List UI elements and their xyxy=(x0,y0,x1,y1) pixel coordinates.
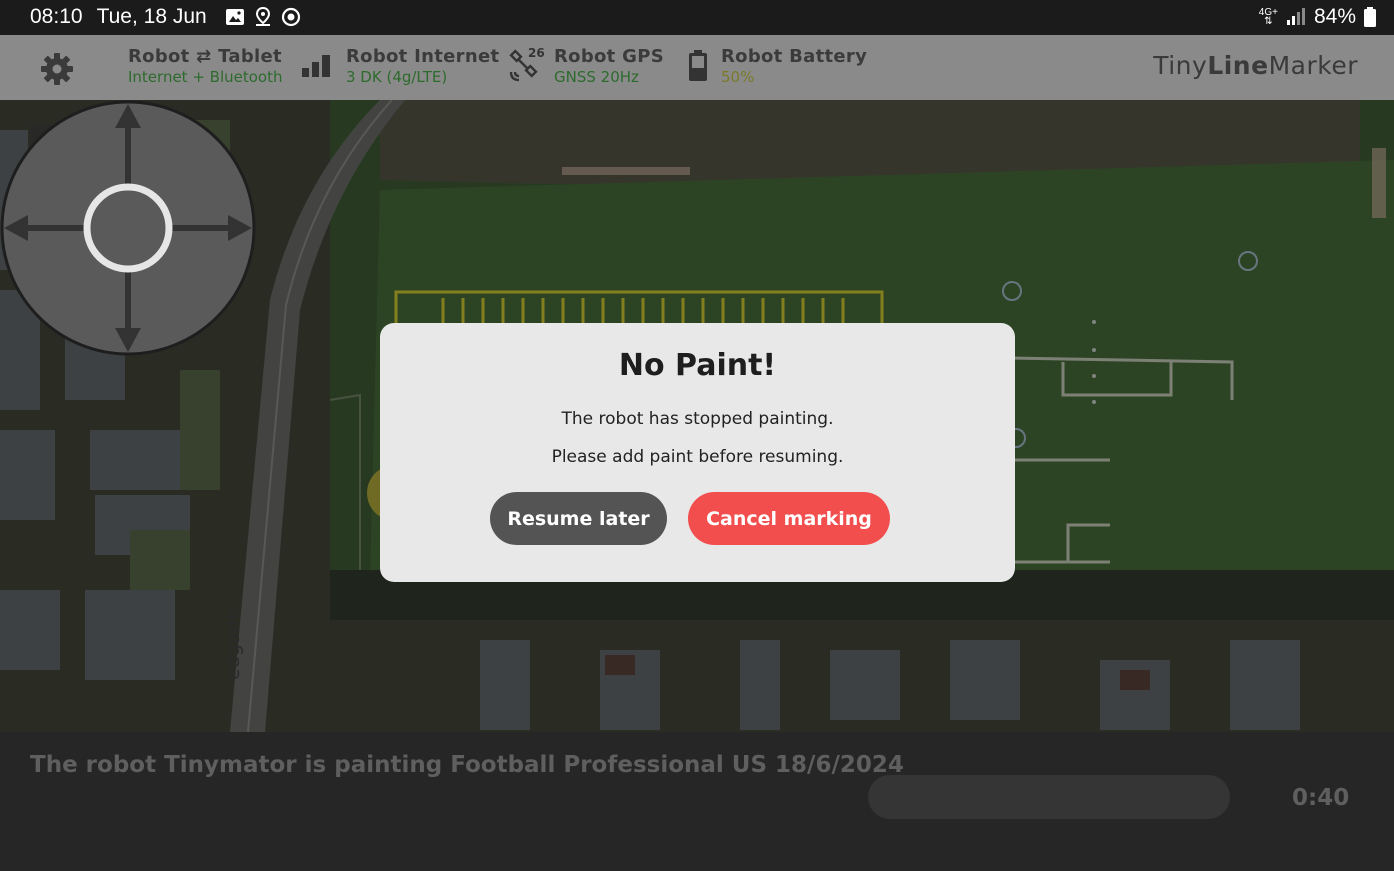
battery-icon xyxy=(1364,7,1376,27)
battery-icon xyxy=(689,50,707,81)
painting-status-bar: The robot Tinymator is painting Football… xyxy=(0,732,1394,871)
brand-logo: TinyLineMarker xyxy=(1153,51,1358,80)
internet-title: Robot Internet xyxy=(346,46,500,67)
resume-later-button[interactable]: Resume later xyxy=(490,492,667,545)
connection-title: Robot ⇄ Tablet xyxy=(128,46,282,67)
battery-subtitle: 50% xyxy=(721,68,755,86)
battery-status[interactable]: Robot Battery 50% xyxy=(721,46,867,86)
cell-signal-icon xyxy=(1286,8,1305,25)
location-icon xyxy=(255,7,270,26)
network-type: 4G+ ⇅ xyxy=(1258,7,1278,27)
dialog-title: No Paint! xyxy=(618,348,777,383)
battery-title: Robot Battery xyxy=(721,46,868,67)
painting-progress-bar xyxy=(868,775,1230,819)
satellite-count: 26 xyxy=(528,46,545,60)
app-root: 08:10 Tue, 18 Jun 4G+ ⇅ 84% Robot ⇄ Tabl… xyxy=(0,0,1394,871)
cancel-marking-button[interactable]: Cancel marking xyxy=(688,492,890,545)
internet-subtitle: 3 DK (4g/LTE) xyxy=(346,68,448,86)
robot-status-header: Robot ⇄ Tablet Internet + Bluetooth Robo… xyxy=(0,35,1394,100)
gps-title: Robot GPS xyxy=(554,46,664,67)
dialog-message-stopped: The robot has stopped painting. xyxy=(561,409,834,429)
internet-status[interactable]: Robot Internet 3 DK (4g/LTE) xyxy=(346,46,499,86)
gear-icon[interactable] xyxy=(40,52,74,86)
gps-status[interactable]: Robot GPS GNSS 20Hz xyxy=(554,46,664,86)
joystick-knob xyxy=(83,183,173,273)
signal-bars-icon xyxy=(302,55,330,77)
system-status-bar: 08:10 Tue, 18 Jun 4G+ ⇅ 84% xyxy=(0,0,1394,35)
painting-message: The robot Tinymator is painting Football… xyxy=(30,752,904,778)
dialog-message-add-paint: Please add paint before resuming. xyxy=(551,447,844,467)
no-paint-dialog: No Paint! The robot has stopped painting… xyxy=(380,323,1015,582)
sync-icon xyxy=(281,7,300,27)
connection-subtitle: Internet + Bluetooth xyxy=(128,68,283,86)
joystick-control[interactable] xyxy=(0,100,256,356)
elapsed-timer: 0:40 xyxy=(1292,785,1350,811)
street-label: edgade xyxy=(222,608,244,680)
status-time: 08:10 xyxy=(30,5,83,28)
status-date: Tue, 18 Jun xyxy=(96,5,207,28)
connection-status[interactable]: Robot ⇄ Tablet Internet + Bluetooth xyxy=(128,46,282,86)
battery-percent: 84% xyxy=(1313,5,1356,28)
gallery-icon xyxy=(225,9,244,25)
gps-subtitle: GNSS 20Hz xyxy=(554,68,639,86)
